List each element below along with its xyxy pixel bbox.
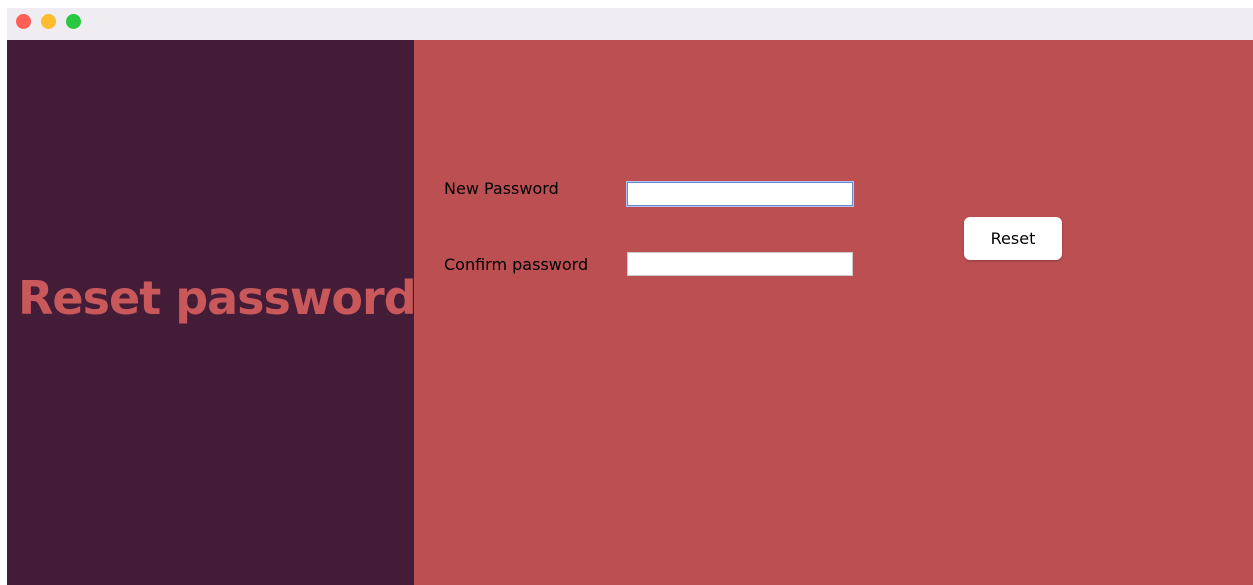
title-bar xyxy=(7,8,1253,40)
confirm-password-label: Confirm password xyxy=(444,255,589,274)
reset-form-panel: New Password Confirm password Reset xyxy=(414,40,1253,585)
maximize-window-icon[interactable] xyxy=(66,14,81,29)
new-password-field[interactable] xyxy=(627,182,853,206)
close-window-icon[interactable] xyxy=(16,14,31,29)
left-panel: Reset password xyxy=(7,40,417,585)
confirm-password-field[interactable] xyxy=(627,252,853,276)
reset-button[interactable]: Reset xyxy=(964,217,1062,260)
page-title: Reset password xyxy=(18,271,417,325)
minimize-window-icon[interactable] xyxy=(41,14,56,29)
app-window: Reset password New Password Confirm pass… xyxy=(7,8,1253,585)
new-password-label: New Password xyxy=(444,179,559,198)
